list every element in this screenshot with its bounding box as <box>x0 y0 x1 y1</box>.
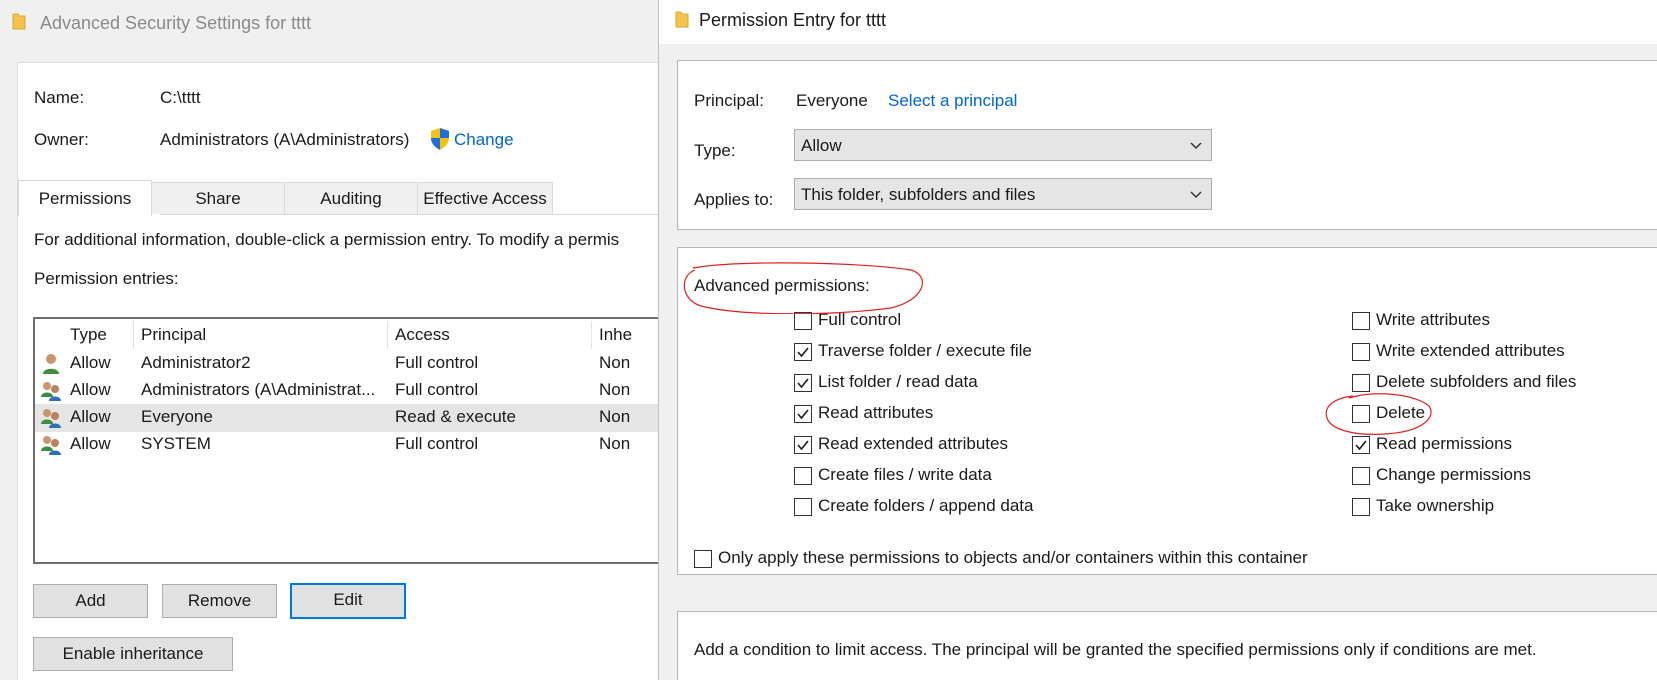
table-row[interactable]: Allow SYSTEM Full control Non <box>35 431 658 459</box>
type-label: Type: <box>694 141 736 160</box>
change-owner-link[interactable]: Change <box>454 130 514 150</box>
tab-permissions[interactable]: Permissions <box>18 180 152 216</box>
remove-button[interactable]: Remove <box>162 584 277 618</box>
principal-value: Everyone <box>796 91 868 110</box>
cell-inherited: Non <box>599 407 631 426</box>
folder-icon <box>12 13 26 30</box>
table-row[interactable]: Allow Administrator2 Full control Non <box>35 350 658 378</box>
cell-type: Allow <box>70 353 111 372</box>
column-separator <box>591 321 592 349</box>
add-button[interactable]: Add <box>33 584 148 618</box>
permission-entry-window: Permission Entry for tttt Principal: Eve… <box>658 0 1657 680</box>
checkbox[interactable] <box>794 374 812 392</box>
name-value: C:\tttt <box>160 88 201 107</box>
checkbox[interactable] <box>794 312 812 330</box>
checkmark-icon <box>797 347 809 358</box>
checkbox[interactable] <box>1352 467 1370 485</box>
folder-icon <box>675 11 689 28</box>
type-dropdown-value: Allow <box>801 136 842 155</box>
applies-to-dropdown[interactable]: This folder, subfolders and files <box>794 178 1212 210</box>
type-dropdown[interactable]: Allow <box>794 129 1212 161</box>
cell-access: Full control <box>395 434 479 453</box>
permission-entries-list[interactable]: Type Principal Access Inhe Allow Adminis… <box>33 317 658 564</box>
advanced-permissions-label: Advanced permissions: <box>694 276 870 295</box>
tab-effective-access[interactable]: Effective Access <box>417 182 553 214</box>
owner-value: Administrators (A\Administrators) <box>160 130 410 149</box>
permission-entries-label: Permission entries: <box>34 269 179 288</box>
edit-button[interactable]: Edit <box>290 583 406 619</box>
column-separator <box>133 321 134 349</box>
checkmark-icon <box>797 409 809 420</box>
checkbox[interactable] <box>794 498 812 516</box>
cell-inherited: Non <box>599 353 631 372</box>
cell-principal: Everyone <box>141 407 213 426</box>
column-header-access[interactable]: Access <box>395 325 450 345</box>
checkbox[interactable] <box>794 436 812 454</box>
checkbox[interactable] <box>1352 405 1370 423</box>
tab-auditing[interactable]: Auditing <box>284 182 418 214</box>
chevron-down-icon <box>1190 191 1202 199</box>
group-icon <box>41 436 61 455</box>
condition-text: Add a condition to limit access. The pri… <box>694 640 1537 659</box>
select-principal-link[interactable]: Select a principal <box>888 91 1017 111</box>
checkbox[interactable] <box>794 343 812 361</box>
column-header-principal[interactable]: Principal <box>141 325 206 345</box>
column-separator <box>387 321 388 349</box>
table-row[interactable]: Allow Everyone Read & execute Non <box>35 404 658 432</box>
checkmark-icon <box>1355 440 1367 451</box>
checkbox[interactable] <box>1352 498 1370 516</box>
cell-access: Read & execute <box>395 407 516 426</box>
column-header-inherited[interactable]: Inhe <box>599 325 632 345</box>
column-header-type[interactable]: Type <box>70 325 107 345</box>
checkbox[interactable] <box>1352 343 1370 361</box>
tab-divider <box>160 214 658 215</box>
uac-shield-icon <box>431 128 449 150</box>
applies-to-dropdown-value: This folder, subfolders and files <box>801 185 1036 204</box>
cell-type: Allow <box>70 407 111 426</box>
group-icon <box>41 382 61 401</box>
enable-inheritance-button[interactable]: Enable inheritance <box>33 637 233 671</box>
group-icon <box>41 409 61 428</box>
window-title: Advanced Security Settings for tttt <box>40 13 312 33</box>
cell-inherited: Non <box>599 434 631 453</box>
checkmark-icon <box>797 440 809 451</box>
cell-principal: SYSTEM <box>141 434 211 453</box>
tab-share[interactable]: Share <box>151 182 285 214</box>
cell-type: Allow <box>70 380 111 399</box>
checkbox[interactable] <box>1352 374 1370 392</box>
checkbox[interactable] <box>794 405 812 423</box>
chevron-down-icon <box>1190 142 1202 150</box>
window-title: Permission Entry for tttt <box>699 10 887 30</box>
name-label: Name: <box>34 88 85 107</box>
advanced-security-settings-window: Advanced Security Settings for tttt Name… <box>0 0 658 680</box>
principal-label: Principal: <box>694 91 764 110</box>
checkmark-icon <box>797 378 809 389</box>
checkbox[interactable] <box>1352 312 1370 330</box>
checkbox[interactable] <box>694 550 712 568</box>
cell-principal: Administrator2 <box>141 353 251 372</box>
owner-label: Owner: <box>34 130 89 149</box>
checkbox[interactable] <box>1352 436 1370 454</box>
table-row[interactable]: Allow Administrators (A\Administrat... F… <box>35 377 658 405</box>
cell-type: Allow <box>70 434 111 453</box>
applies-to-label: Applies to: <box>694 190 774 209</box>
info-text: For additional information, double-click… <box>34 230 620 249</box>
cell-inherited: Non <box>599 380 631 399</box>
checkbox[interactable] <box>794 467 812 485</box>
cell-access: Full control <box>395 353 479 372</box>
cell-principal: Administrators (A\Administrat... <box>141 380 376 399</box>
user-icon <box>43 354 59 374</box>
cell-access: Full control <box>395 380 479 399</box>
